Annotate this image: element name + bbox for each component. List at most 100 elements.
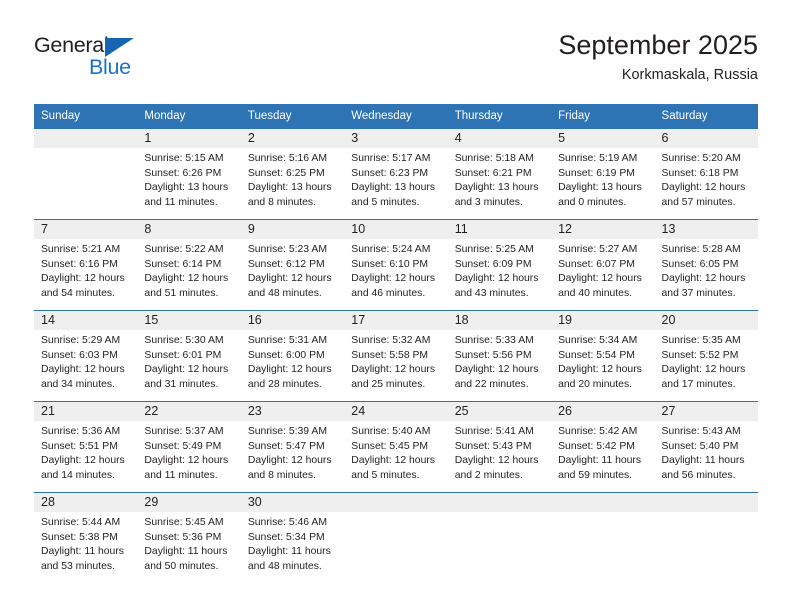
sunrise-text: Sunrise: 5:15 AM [144,153,224,164]
daylight-text-line1: Daylight: 11 hours [144,546,228,558]
calendar-day-cell[interactable]: 30 Sunrise: 5:46 AM Sunset: 5:34 PM Dayligh… [240,492,345,583]
daylight-text-line1: Daylight: 13 hours [351,182,436,194]
daylight-text-line2: and 3 minutes. [454,196,523,208]
day-number: 19 [558,313,573,327]
daylight-text-line2: and 28 minutes. [247,378,322,390]
calendar-day-cell[interactable]: 9 Sunrise: 5:23 AM Sunset: 6:12 PM Daylight… [240,219,345,310]
daylight-text-line2: and 56 minutes. [661,469,736,481]
sunset-text: Sunset: 5:58 PM [351,349,429,361]
sunrise-text: Sunrise: 5:36 AM [41,426,121,437]
calendar-day-cell[interactable]: 1 Sunrise: 5:15 AM Sunset: 6:26 PM Daylight… [137,128,241,219]
calendar-day-cell[interactable]: 16 Sunrise: 5:31 AM Sunset: 6:00 PM Dayligh… [240,310,345,401]
sunrise-text: Sunrise: 5:20 AM [661,153,741,164]
calendar-day-cell[interactable]: 10 Sunrise: 5:24 AM Sunset: 6:10 PM Dayligh… [344,219,448,310]
day-number: 25 [454,404,469,418]
calendar-day-cell-empty [344,492,448,583]
day-number: 2 [247,131,255,145]
day-details: Sunrise: 5:29 AM Sunset: 6:03 PM Daylight:… [34,330,137,392]
day-number: 15 [144,313,159,327]
calendar-week-row: 7 Sunrise: 5:21 AM Sunset: 6:16 PM Daylight… [34,219,758,310]
calendar-day-cell[interactable]: 12 Sunrise: 5:27 AM Sunset: 6:07 PM Dayligh… [551,219,655,310]
calendar-day-cell[interactable]: 5 Sunrise: 5:19 AM Sunset: 6:19 PM Daylight… [551,128,655,219]
daylight-text-line2: and 40 minutes. [558,287,633,299]
day-details: Sunrise: 5:41 AM Sunset: 5:43 PM Daylight:… [448,421,551,483]
day-details: Sunrise: 5:28 AM Sunset: 6:05 PM Daylight:… [655,239,758,301]
daylight-text-line2: and 48 minutes. [247,560,322,572]
calendar-day-cell[interactable]: 24 Sunrise: 5:40 AM Sunset: 5:45 PM Dayligh… [344,401,448,492]
day-number: 6 [661,131,669,145]
day-details: Sunrise: 5:22 AM Sunset: 6:14 PM Daylight:… [137,239,240,301]
weekday-header-saturday: Saturday [654,104,758,128]
day-details: Sunrise: 5:44 AM Sunset: 5:38 PM Daylight:… [34,512,137,574]
daylight-text-line2: and 8 minutes. [247,469,317,481]
sunset-text: Sunset: 6:03 PM [41,349,118,361]
calendar-day-cell[interactable]: 23 Sunrise: 5:39 AM Sunset: 5:47 PM Dayligh… [240,401,345,492]
sunrise-text: Sunrise: 5:21 AM [41,244,121,255]
day-number: 12 [558,222,573,236]
day-number: 4 [454,131,462,145]
calendar-day-cell[interactable]: 2 Sunrise: 5:16 AM Sunset: 6:25 PM Daylight… [240,128,345,219]
day-number [34,129,137,148]
calendar-day-cell[interactable]: 25 Sunrise: 5:41 AM Sunset: 5:43 PM Dayligh… [447,401,552,492]
sunset-text: Sunset: 5:52 PM [661,349,739,361]
daylight-text-line1: Daylight: 12 hours [661,273,746,285]
daylight-text-line2: and 57 minutes. [661,196,736,208]
daylight-text-line1: Daylight: 12 hours [247,455,332,467]
daylight-text-line1: Daylight: 12 hours [558,364,642,376]
calendar-day-cell[interactable]: 18 Sunrise: 5:33 AM Sunset: 5:56 PM Dayligh… [447,310,552,401]
daylight-text-line2: and 51 minutes. [144,287,219,299]
day-details: Sunrise: 5:17 AM Sunset: 6:23 PM Daylight:… [344,148,447,210]
day-number: 20 [661,313,676,327]
daylight-text-line2: and 25 minutes. [351,378,426,390]
daylight-text-line1: Daylight: 12 hours [144,364,229,376]
day-details: Sunrise: 5:40 AM Sunset: 5:45 PM Daylight:… [344,421,447,483]
general-blue-logo[interactable]: General Blue [34,33,154,81]
daylight-text-line1: Daylight: 13 hours [247,182,332,194]
sunrise-text: Sunrise: 5:42 AM [558,426,638,437]
calendar-day-cell[interactable]: 13 Sunrise: 5:28 AM Sunset: 6:05 PM Dayligh… [654,219,758,310]
page-title: September 2025 [558,30,758,60]
calendar-day-cell[interactable]: 27 Sunrise: 5:43 AM Sunset: 5:40 PM Dayligh… [654,401,758,492]
calendar-day-cell[interactable]: 21 Sunrise: 5:36 AM Sunset: 5:51 PM Dayligh… [34,401,138,492]
calendar-day-cell[interactable]: 6 Sunrise: 5:20 AM Sunset: 6:18 PM Daylight… [654,128,758,219]
calendar-day-cell[interactable]: 8 Sunrise: 5:22 AM Sunset: 6:14 PM Daylight… [137,219,241,310]
sunrise-text: Sunrise: 5:16 AM [247,153,327,164]
day-number: 1 [144,131,152,145]
daylight-text-line2: and 59 minutes. [558,469,633,481]
day-number: 3 [351,131,359,145]
daylight-text-line1: Daylight: 11 hours [558,455,642,467]
day-details: Sunrise: 5:25 AM Sunset: 6:09 PM Daylight:… [448,239,551,301]
weekday-header-monday: Monday [137,104,241,128]
daylight-text-line2: and 50 minutes. [144,560,219,572]
sunrise-text: Sunrise: 5:27 AM [558,244,638,255]
calendar-day-cell[interactable]: 28 Sunrise: 5:44 AM Sunset: 5:38 PM Dayligh… [34,492,138,583]
sunset-text: Sunset: 6:00 PM [247,349,325,361]
calendar-day-cell[interactable]: 22 Sunrise: 5:37 AM Sunset: 5:49 PM Dayligh… [137,401,241,492]
day-details: Sunrise: 5:31 AM Sunset: 6:00 PM Daylight:… [241,330,344,392]
daylight-text-line2: and 17 minutes. [661,378,736,390]
calendar-day-cell[interactable]: 14 Sunrise: 5:29 AM Sunset: 6:03 PM Dayligh… [34,310,138,401]
calendar-day-cell[interactable]: 29 Sunrise: 5:45 AM Sunset: 5:36 PM Dayligh… [137,492,241,583]
day-number [448,493,551,512]
calendar-day-cell[interactable]: 19 Sunrise: 5:34 AM Sunset: 5:54 PM Dayligh… [551,310,655,401]
sunset-text: Sunset: 6:09 PM [454,258,532,270]
sunset-text: Sunset: 5:45 PM [351,440,429,452]
calendar-day-cell[interactable]: 17 Sunrise: 5:32 AM Sunset: 5:58 PM Dayligh… [344,310,448,401]
calendar-day-cell-empty [34,128,138,219]
calendar-day-cell[interactable]: 4 Sunrise: 5:18 AM Sunset: 6:21 PM Daylight… [447,128,552,219]
day-details: Sunrise: 5:37 AM Sunset: 5:49 PM Daylight:… [137,421,240,483]
calendar-day-cell[interactable]: 7 Sunrise: 5:21 AM Sunset: 6:16 PM Daylight… [34,219,138,310]
daylight-text-line2: and 31 minutes. [144,378,219,390]
page-header: General Blue September 2025 Korkmaskala,… [0,0,792,96]
calendar-day-cell[interactable]: 11 Sunrise: 5:25 AM Sunset: 6:09 PM Dayligh… [447,219,552,310]
sunrise-text: Sunrise: 5:17 AM [351,153,431,164]
calendar-day-cell[interactable]: 3 Sunrise: 5:17 AM Sunset: 6:23 PM Daylight… [344,128,448,219]
calendar-day-cell[interactable]: 15 Sunrise: 5:30 AM Sunset: 6:01 PM Dayligh… [137,310,241,401]
calendar-day-cell[interactable]: 26 Sunrise: 5:42 AM Sunset: 5:42 PM Dayligh… [551,401,655,492]
weekday-header-tuesday: Tuesday [240,104,345,128]
day-details: Sunrise: 5:23 AM Sunset: 6:12 PM Daylight:… [241,239,344,301]
daylight-text-line1: Daylight: 12 hours [661,364,746,376]
daylight-text-line1: Daylight: 12 hours [41,455,125,467]
calendar-day-cell[interactable]: 20 Sunrise: 5:35 AM Sunset: 5:52 PM Dayligh… [654,310,758,401]
sunset-text: Sunset: 5:54 PM [558,349,635,361]
